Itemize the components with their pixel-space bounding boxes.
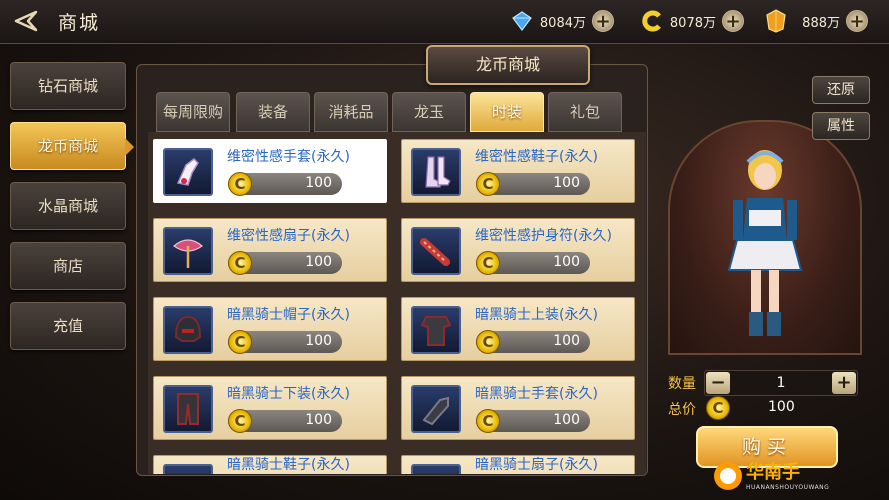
tab-fashion[interactable]: 时装 — [470, 92, 544, 132]
item-price: 100 — [553, 333, 580, 349]
item-card[interactable]: 维密性感鞋子(永久) C 100 — [401, 139, 635, 203]
item-name: 维密性感护身符(永久) — [475, 228, 612, 244]
crystal-amount: 888万 — [802, 15, 840, 31]
watermark-logo-icon — [714, 462, 742, 490]
dragon-coin-icon: C — [706, 396, 730, 420]
pants-icon — [163, 385, 213, 433]
top-bar: 商城 8084万 + 8078万 + 888万 + — [0, 0, 889, 44]
item-name: 维密性感鞋子(永久) — [475, 149, 598, 165]
amulet-icon — [411, 227, 461, 275]
dragon-coin-icon: C — [476, 251, 500, 275]
boots-icon — [163, 464, 213, 474]
dragon-coin-icon: C — [476, 409, 500, 433]
dragon-coin-amount: 8078万 — [669, 15, 716, 31]
sidebar-item-store[interactable]: 商店 — [10, 242, 126, 290]
add-diamond-button[interactable]: + — [592, 10, 614, 32]
item-card[interactable]: 暗黑骑士扇子(永久) — [401, 455, 635, 474]
crystal-currency: 888万 + — [764, 8, 868, 34]
price-tag: C 100 — [476, 172, 590, 196]
price-tag: C 100 — [228, 172, 342, 196]
increase-quantity-button[interactable]: + — [832, 372, 856, 394]
item-price: 100 — [553, 175, 580, 191]
item-price: 100 — [553, 412, 580, 428]
item-name: 暗黑骑士鞋子(永久) — [227, 457, 350, 473]
back-arrow-icon — [14, 10, 38, 32]
dragon-coin-icon: C — [228, 330, 252, 354]
quantity-stepper: − 1 + — [704, 370, 858, 396]
tab-dragon-jade[interactable]: 龙玉 — [392, 92, 466, 132]
item-name: 维密性感手套(永久) — [227, 149, 350, 165]
gauntlet-icon — [411, 385, 461, 433]
item-name: 暗黑骑士帽子(永久) — [227, 307, 350, 323]
sidebar-item-crystal-shop[interactable]: 水晶商城 — [10, 182, 126, 230]
item-price: 100 — [553, 254, 580, 270]
item-name: 暗黑骑士上装(永久) — [475, 307, 598, 323]
restore-button[interactable]: 还原 — [812, 76, 870, 104]
price-tag: C 100 — [228, 409, 342, 433]
page-title: 商城 — [58, 12, 101, 34]
diamond-currency: 8084万 + — [510, 8, 614, 34]
price-tag: C 100 — [476, 251, 590, 275]
tab-consumables[interactable]: 消耗品 — [314, 92, 388, 132]
item-name: 暗黑骑士手套(永久) — [475, 386, 598, 402]
character-model[interactable] — [715, 140, 815, 350]
item-card[interactable]: 暗黑骑士帽子(永久) C 100 — [153, 297, 387, 361]
item-card[interactable]: 维密性感护身符(永久) C 100 — [401, 218, 635, 282]
total-price: C 100 — [704, 396, 858, 420]
crystal-icon — [764, 9, 788, 33]
dragon-coin-icon: C — [228, 251, 252, 275]
watermark-subtext: HUANANSHOUYOUWANG — [746, 484, 830, 491]
fan-icon — [411, 464, 461, 474]
decrease-quantity-button[interactable]: − — [706, 372, 730, 394]
quantity-value[interactable]: 1 — [735, 375, 827, 391]
helmet-icon — [163, 306, 213, 354]
item-name: 维密性感扇子(永久) — [227, 228, 350, 244]
diamond-amount: 8084万 — [539, 15, 586, 31]
fan-icon — [163, 227, 213, 275]
price-tag: C 100 — [228, 251, 342, 275]
diamond-icon — [510, 9, 534, 33]
armor-icon — [411, 306, 461, 354]
item-card[interactable]: 维密性感扇子(永久) C 100 — [153, 218, 387, 282]
price-tag: C 100 — [476, 409, 590, 433]
item-name: 暗黑骑士扇子(永久) — [475, 457, 598, 473]
price-tag: C 100 — [476, 330, 590, 354]
item-price: 100 — [305, 254, 332, 270]
quantity-label: 数量 — [668, 376, 696, 392]
item-card[interactable]: 暗黑骑士下装(永久) C 100 — [153, 376, 387, 440]
sidebar-item-recharge[interactable]: 充值 — [10, 302, 126, 350]
dragon-coin-icon: C — [476, 172, 500, 196]
watermark-text: 华南手 — [746, 462, 800, 483]
panel-title: 龙币商城 — [426, 45, 590, 85]
item-card[interactable]: 暗黑骑士上装(永久) C 100 — [401, 297, 635, 361]
tab-weekly-limited[interactable]: 每周限购 — [156, 92, 230, 132]
sidebar-item-diamond-shop[interactable]: 钻石商城 — [10, 62, 126, 110]
item-row-partial: 暗黑骑士鞋子(永久) 暗黑骑士扇子(永久) — [148, 455, 646, 474]
dragon-coin-icon — [640, 9, 664, 33]
item-card[interactable]: 暗黑骑士手套(永久) C 100 — [401, 376, 635, 440]
item-price: 100 — [305, 175, 332, 191]
tab-equipment[interactable]: 装备 — [236, 92, 310, 132]
add-crystal-button[interactable]: + — [846, 10, 868, 32]
boots-icon — [411, 148, 461, 196]
item-name: 暗黑骑士下装(永久) — [227, 386, 350, 402]
sidebar-item-dragon-coin-shop[interactable]: 龙币商城 — [10, 122, 134, 170]
add-dragon-coin-button[interactable]: + — [722, 10, 744, 32]
price-tag: C 100 — [228, 330, 342, 354]
total-label: 总价 — [668, 402, 696, 418]
tab-gift-pack[interactable]: 礼包 — [548, 92, 622, 132]
total-value: 100 — [768, 399, 795, 415]
item-price: 100 — [305, 333, 332, 349]
glove-icon — [163, 148, 213, 196]
dragon-coin-icon: C — [476, 330, 500, 354]
dragon-coin-icon: C — [228, 409, 252, 433]
dragon-coin-icon: C — [228, 172, 252, 196]
watermark: 华南手 HUANANSHOUYOUWANG — [706, 452, 856, 498]
item-card[interactable]: 暗黑骑士鞋子(永久) — [153, 455, 387, 474]
back-button[interactable] — [8, 6, 42, 36]
attributes-button[interactable]: 属性 — [812, 112, 870, 140]
item-price: 100 — [305, 412, 332, 428]
item-card[interactable]: 维密性感手套(永久) C 100 — [153, 139, 387, 203]
dragon-coin-currency: 8078万 + — [640, 8, 744, 34]
